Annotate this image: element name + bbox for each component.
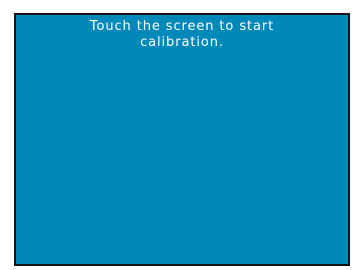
calibration-instruction-text: Touch the screen to start calibration. [89,19,275,50]
device-frame: Touch the screen to start calibration. [0,0,360,270]
calibration-touch-screen[interactable]: Touch the screen to start calibration. [14,13,350,266]
